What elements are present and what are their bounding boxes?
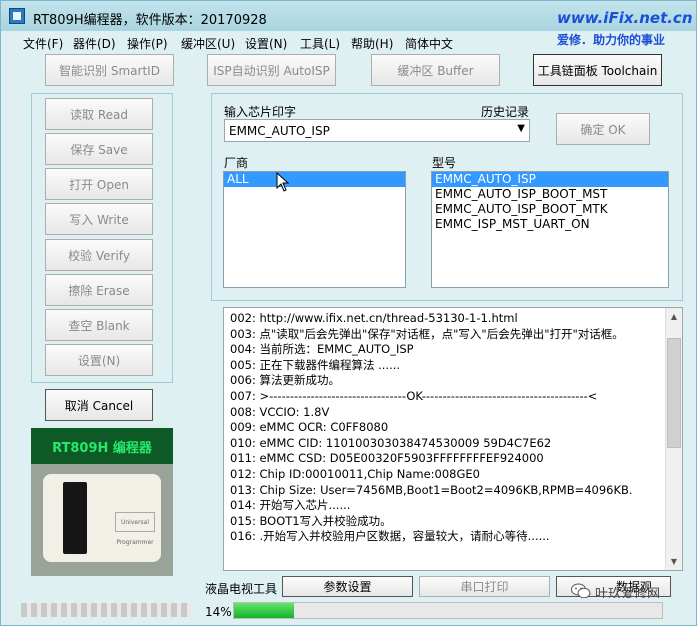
side-settings-button[interactable]: 设置(N) (45, 344, 153, 376)
blurred-status (21, 603, 191, 617)
menu-settings[interactable]: 设置(N) (245, 35, 287, 52)
log-line: 008: VCCIO: 1.8V (230, 404, 330, 419)
vendor-item-all[interactable]: ALL (224, 172, 405, 187)
ok-button[interactable]: 确定 OK (556, 113, 650, 145)
menu-file[interactable]: 文件(F) (23, 35, 63, 52)
scroll-thumb[interactable] (667, 338, 681, 448)
brand-url: www.iFix.net.cn (557, 9, 693, 27)
device-label: Universal Programmer (115, 512, 155, 546)
menu-buffer[interactable]: 缓冲区(U) (181, 35, 235, 52)
product-image: RT809H 编程器 Universal Programmer (31, 428, 173, 576)
scroll-up-icon[interactable]: ▲ (666, 308, 682, 325)
dropdown-arrow-icon[interactable]: ▼ (517, 123, 525, 134)
log-line: 016: .开始写入并校验用户区数据，容量较大，请耐心等待...... (230, 529, 550, 544)
menu-bar: 文件(F) 器件(D) 操作(P) 缓冲区(U) 设置(N) 工具(L) 帮助(… (1, 31, 551, 51)
log-line: 010: eMMC CID: 110100303038474530009 59D… (230, 435, 552, 450)
brand-slogan: 爱修．助力你的事业 (557, 33, 666, 47)
read-button[interactable]: 读取 Read (45, 98, 153, 130)
log-line: 007: >---------------------------------O… (230, 388, 598, 403)
open-button[interactable]: 打开 Open (45, 168, 153, 200)
vendor-label: 厂商 (224, 156, 249, 170)
log-output[interactable]: 002: http://www.ifix.net.cn/thread-53130… (223, 307, 683, 571)
zif-socket (63, 482, 87, 554)
title-bar: RT809H编程器，软件版本：20170928 www.iFix.net.cn (1, 1, 696, 31)
erase-button[interactable]: 擦除 Erase (45, 274, 153, 306)
log-line: 004: 当前所选：EMMC_AUTO_ISP (230, 342, 414, 357)
verify-button[interactable]: 校验 Verify (45, 239, 153, 271)
mouse-cursor-icon (276, 172, 290, 192)
log-scrollbar[interactable]: ▲ ▼ (665, 308, 682, 570)
chip-input-label: 输入芯片印字 (224, 105, 297, 119)
blank-button[interactable]: 查空 Blank (45, 309, 153, 341)
log-line: 003: 点"读取"后会先弹出"保存"对话框，点"写入"后会先弹出"打开"对话框… (230, 326, 624, 341)
autoisp-button[interactable]: ISP自动识别 AutoISP (207, 54, 336, 86)
log-line: 015: BOOT1写入并校验成功。 (230, 513, 392, 528)
log-line: 006: 算法更新成功。 (230, 373, 340, 388)
model-item[interactable]: EMMC_AUTO_ISP_BOOT_MTK (432, 202, 668, 217)
product-banner: RT809H 编程器 (31, 428, 173, 464)
wechat-icon (571, 583, 591, 599)
log-line: 002: http://www.ifix.net.cn/thread-53130… (230, 311, 518, 325)
log-line: 009: eMMC OCR: C0FF8080 (230, 420, 389, 435)
progress-bar (233, 602, 663, 619)
log-line: 013: Chip Size: User=7456MB,Boot1=Boot2=… (230, 482, 633, 497)
main-window: RT809H编程器，软件版本：20170928 www.iFix.net.cn … (0, 0, 697, 626)
menu-operate[interactable]: 操作(P) (127, 35, 168, 52)
model-item[interactable]: EMMC_AUTO_ISP (432, 172, 668, 187)
log-line: 012: Chip ID:00010011,Chip Name:008GE0 (230, 466, 480, 481)
window-title: RT809H编程器，软件版本：20170928 (33, 13, 267, 28)
scroll-down-icon[interactable]: ▼ (666, 553, 682, 570)
save-button[interactable]: 保存 Save (45, 133, 153, 165)
serial-print-button[interactable]: 串口打印 (419, 576, 550, 597)
vendor-list[interactable]: ALL (223, 171, 406, 288)
smartid-button[interactable]: 智能识别 SmartID (45, 54, 174, 86)
param-settings-button[interactable]: 参数设置 (282, 576, 413, 597)
chip-name-value: EMMC_AUTO_ISP (229, 124, 330, 138)
log-line: 011: eMMC CSD: D05E00320F5903FFFFFFFFEF9… (230, 451, 544, 466)
model-item[interactable]: EMMC_AUTO_ISP_BOOT_MST (432, 187, 668, 202)
history-label: 历史记录 (481, 105, 530, 119)
lcd-tool-label: 液晶电视工具 (205, 582, 278, 596)
model-item[interactable]: EMMC_ISP_MST_UART_ON (432, 217, 668, 232)
buffer-button[interactable]: 缓冲区 Buffer (371, 54, 500, 86)
menu-help[interactable]: 帮助(H) (351, 35, 393, 52)
app-icon (9, 8, 25, 24)
chip-name-combobox[interactable]: EMMC_AUTO_ISP ▼ (224, 119, 530, 142)
progress-fill (234, 603, 294, 618)
log-line: 014: 开始写入芯片...... (230, 498, 351, 513)
cancel-button[interactable]: 取消 Cancel (45, 389, 153, 421)
progress-percent: 14% (205, 605, 232, 619)
menu-language[interactable]: 简体中文 (405, 35, 453, 52)
model-label: 型号 (432, 156, 457, 170)
model-list[interactable]: EMMC_AUTO_ISP EMMC_AUTO_ISP_BOOT_MST EMM… (431, 171, 669, 288)
log-line: 005: 正在下载器件编程算法 ...... (230, 357, 401, 372)
menu-device[interactable]: 器件(D) (73, 35, 116, 52)
write-button[interactable]: 写入 Write (45, 203, 153, 235)
toolchain-button[interactable]: 工具链面板 Toolchain (533, 54, 662, 86)
programmer-device: Universal Programmer (43, 474, 161, 562)
menu-tools[interactable]: 工具(L) (300, 35, 340, 52)
